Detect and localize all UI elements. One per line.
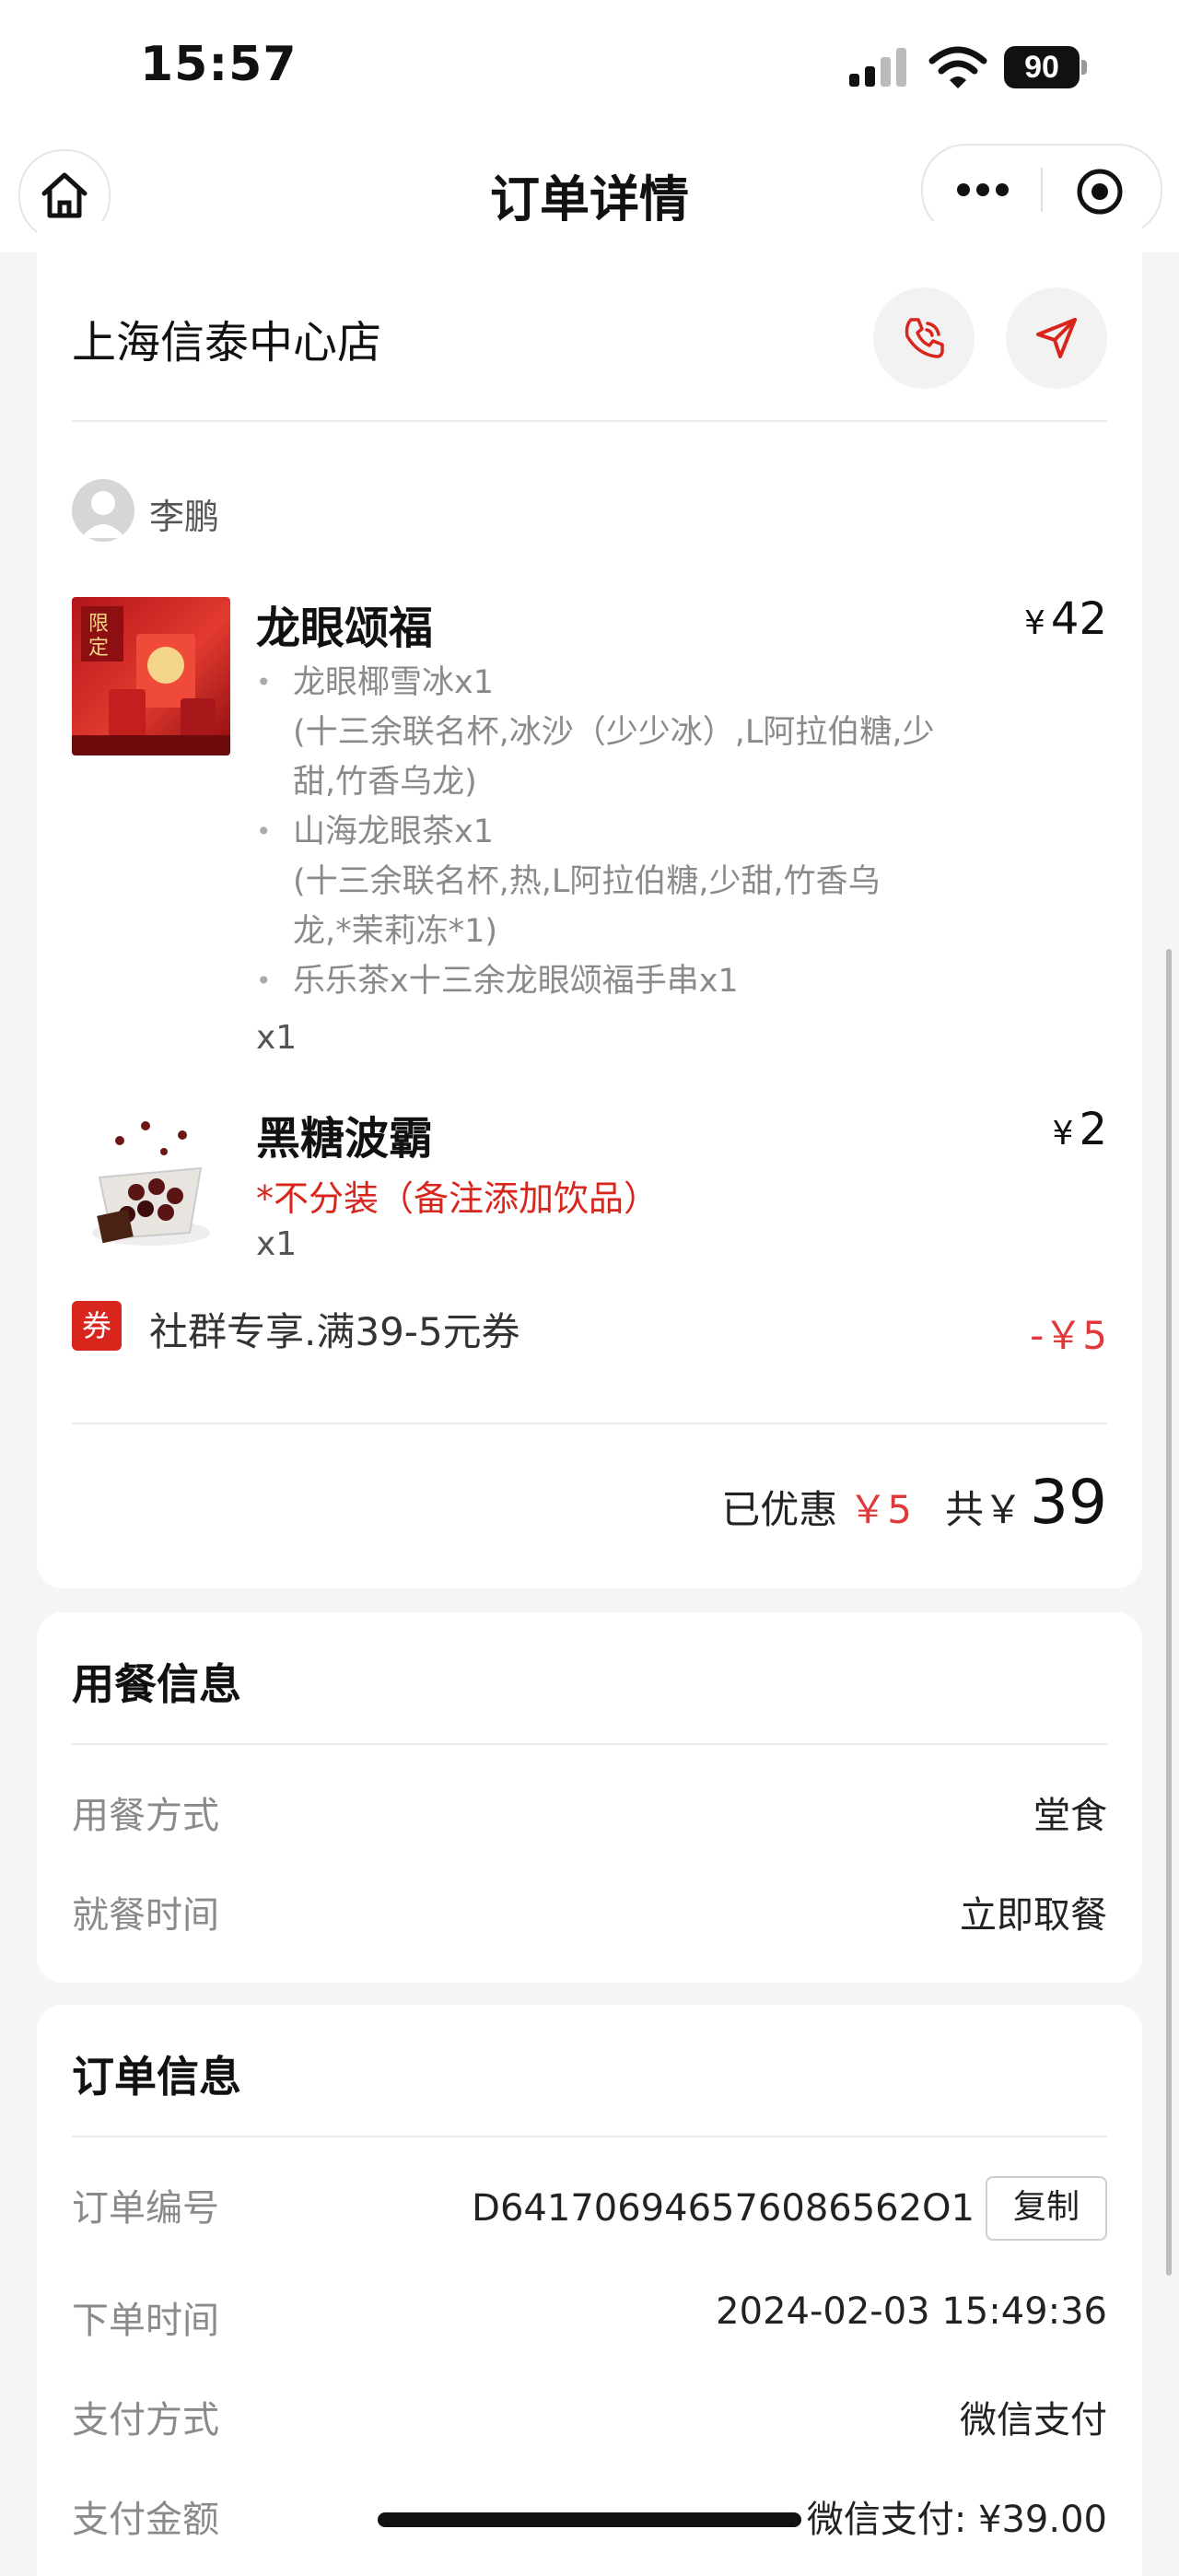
dining-mode-label: 用餐方式 bbox=[72, 1795, 219, 1837]
wifi-icon bbox=[928, 46, 987, 88]
divider bbox=[72, 2136, 1107, 2137]
svg-text:定: 定 bbox=[88, 637, 109, 660]
cellular-signal-icon bbox=[849, 48, 906, 87]
product-quantity: x1 bbox=[256, 1225, 298, 1263]
product-image-heitang bbox=[72, 1104, 230, 1262]
order-time-value: 2024-02-03 15:49:36 bbox=[716, 2290, 1107, 2333]
status-time: 15:57 bbox=[140, 37, 298, 92]
total-label: 共￥ bbox=[945, 1487, 1023, 1532]
sub-item-list: 龙眼椰雪冰x1 (十三余联名杯,冰沙（少少冰）,L阿拉伯糖,少甜,竹香乌龙) 山… bbox=[256, 658, 938, 1006]
customer-name: 李鹏 bbox=[149, 497, 220, 537]
phone-icon bbox=[905, 318, 944, 358]
more-icon[interactable] bbox=[956, 182, 1010, 197]
product-quantity: x1 bbox=[256, 1019, 298, 1057]
coupon-name: 社群专享.满39-5元券 bbox=[149, 1309, 520, 1354]
payment-method-label: 支付方式 bbox=[72, 2399, 219, 2441]
navigate-store-button[interactable] bbox=[1006, 287, 1107, 389]
dining-mode-value: 堂食 bbox=[1033, 1795, 1107, 1837]
product-image-longyan: 限 定 bbox=[72, 597, 230, 755]
sub-item: 山海龙眼茶x1 (十三余联名杯,热,L阿拉伯糖,少甜,竹香乌龙,*茉莉冻*1) bbox=[256, 807, 938, 956]
sub-item: 乐乐茶x十三余龙眼颂福手串x1 bbox=[256, 956, 938, 1006]
avatar bbox=[72, 479, 134, 542]
product-note: *不分装（备注添加饮品） bbox=[256, 1178, 660, 1219]
pickup-time-label: 就餐时间 bbox=[72, 1894, 219, 1937]
home-indicator[interactable] bbox=[378, 2512, 801, 2527]
order-number-label: 订单编号 bbox=[72, 2187, 219, 2230]
product-price: ¥2 bbox=[1052, 1104, 1107, 1155]
status-bar: 15:57 90 bbox=[0, 0, 1179, 138]
svg-text:限: 限 bbox=[88, 613, 109, 636]
copy-button[interactable]: 复制 bbox=[986, 2176, 1107, 2241]
divider bbox=[72, 1423, 1107, 1424]
order-number-value: D641706946576086562O1 bbox=[472, 2187, 975, 2230]
total-amount: 39 bbox=[1030, 1467, 1107, 1538]
user-icon bbox=[81, 491, 125, 538]
navigation-arrow-icon bbox=[1036, 318, 1077, 358]
battery-level: 90 bbox=[1004, 46, 1080, 88]
payment-amount-label: 支付金额 bbox=[72, 2499, 219, 2541]
discount-amount: ￥5 bbox=[848, 1487, 912, 1532]
call-store-button[interactable] bbox=[873, 287, 975, 389]
product-name: 龙眼颂福 bbox=[256, 603, 434, 654]
divider bbox=[72, 420, 1107, 422]
payment-amount-value: 微信支付: ¥39.00 bbox=[806, 2499, 1107, 2541]
section-title: 订单信息 bbox=[72, 2052, 241, 2102]
store-name: 上海信泰中心店 bbox=[72, 317, 382, 369]
section-title: 用餐信息 bbox=[72, 1659, 241, 1709]
coupon-amount: -￥5 bbox=[1030, 1313, 1107, 1358]
coupon-badge: 券 bbox=[72, 1301, 122, 1351]
close-miniprogram-icon[interactable] bbox=[1076, 168, 1124, 216]
payment-method-value: 微信支付 bbox=[960, 2399, 1107, 2441]
order-summary: 已优惠 ￥5 共￥ 39 bbox=[721, 1467, 1107, 1538]
scrollbar[interactable] bbox=[1166, 949, 1172, 2276]
battery-icon: 90 bbox=[1004, 46, 1089, 88]
order-time-label: 下单时间 bbox=[72, 2300, 219, 2342]
divider bbox=[72, 1743, 1107, 1745]
order-info-card: 订单信息 订单编号 D641706946576086562O1 复制 下单时间 … bbox=[37, 2005, 1142, 2576]
sub-item: 龙眼椰雪冰x1 (十三余联名杯,冰沙（少少冰）,L阿拉伯糖,少甜,竹香乌龙) bbox=[256, 658, 938, 807]
product-name: 黑糖波霸 bbox=[256, 1113, 434, 1165]
discount-label: 已优惠 bbox=[721, 1487, 838, 1532]
meal-info-card: 用餐信息 用餐方式 堂食 就餐时间 立即取餐 bbox=[37, 1612, 1142, 1983]
product-price: ¥42 bbox=[1024, 593, 1107, 645]
order-items-card: 上海信泰中心店 李鹏 限 定 龙眼颂福 ¥ 42 • 龙眼椰雪冰x1 (十三余联… bbox=[37, 221, 1142, 1588]
pickup-time-value: 立即取餐 bbox=[960, 1894, 1107, 1937]
